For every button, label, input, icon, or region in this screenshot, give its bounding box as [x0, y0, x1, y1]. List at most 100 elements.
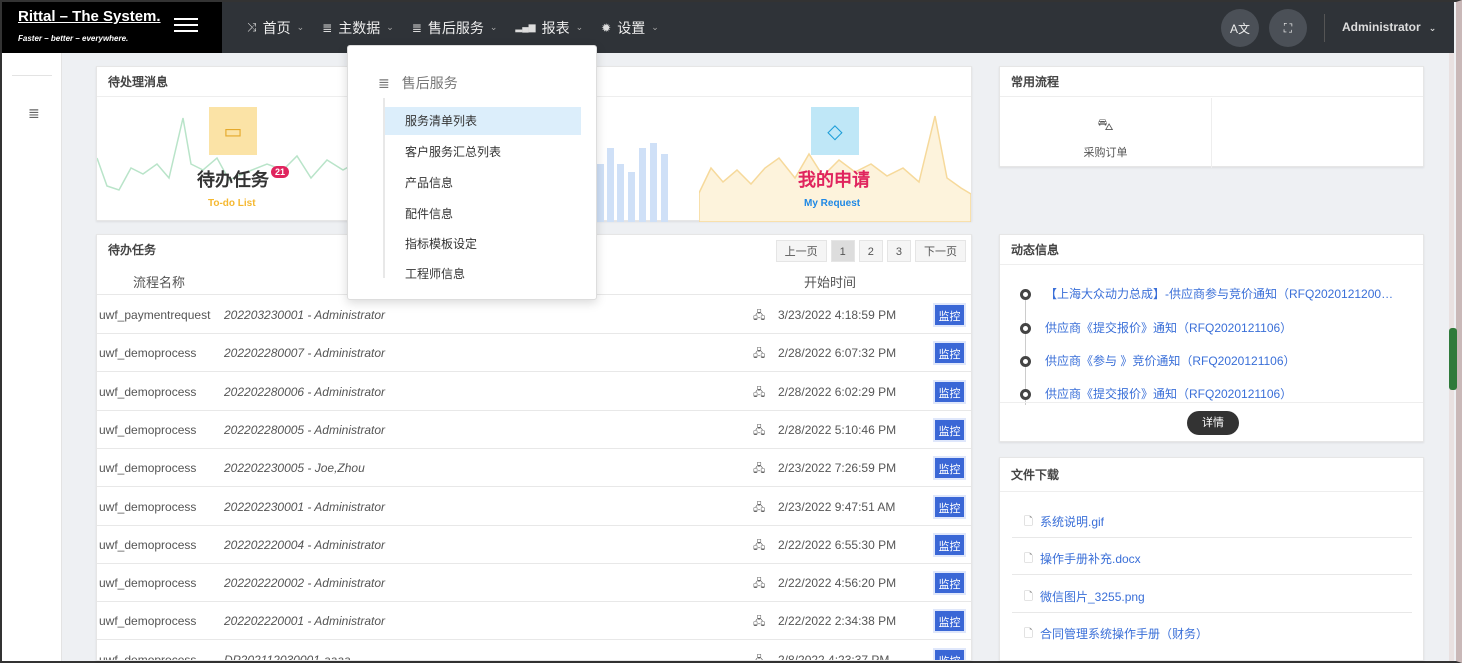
table-row[interactable]: uwf_demoprocess 202202220001 - Administra…: [97, 602, 971, 641]
table-row[interactable]: uwf_paymentrequest 202203230001 - Adminis…: [97, 296, 971, 334]
next-page-button[interactable]: 下一页: [915, 240, 966, 262]
timeline-dot: [1020, 356, 1031, 368]
news-item[interactable]: 供应商《提交报价》通知（RFQ2020121106）: [1020, 319, 1292, 339]
monitor-button[interactable]: 监控: [933, 341, 966, 366]
after-sales-dropdown: ≣ 售后服务 服务清单列表 客户服务汇总列表 产品信息 配件信息 指标模板设定 工…: [347, 45, 597, 300]
table-row[interactable]: uwf_demoprocess 202202280007 - Administra…: [97, 334, 971, 373]
start-time: 3/23/2022 4:18:59 PM: [778, 308, 897, 322]
news-divider: [1000, 402, 1423, 403]
computer-icon: 🖧: [753, 654, 766, 661]
pagination: 上一页 1 2 3 下一页: [772, 240, 966, 262]
table-row[interactable]: uwf_demoprocess 202202220002 - Administra…: [97, 564, 971, 603]
monitor-button[interactable]: 监控: [933, 609, 966, 634]
database-icon[interactable]: ≣: [28, 105, 40, 122]
nav-reports-label: 报表: [541, 19, 570, 36]
news-title: 动态信息: [1000, 235, 1423, 265]
task-reference: DP202112030001-aaaa: [224, 652, 351, 661]
page-2-button[interactable]: 2: [858, 240, 883, 262]
sidebar: ≣: [2, 53, 62, 661]
computer-icon: 🖧: [753, 463, 766, 476]
table-row[interactable]: uwf_demoprocess 202202280005 - Administra…: [97, 411, 971, 449]
gear-icon: ✹: [601, 20, 612, 35]
details-button[interactable]: 详情: [1187, 411, 1239, 435]
monitor-button[interactable]: 监控: [933, 379, 966, 404]
translate-button[interactable]: A文: [1221, 9, 1259, 47]
scrollbar-thumb[interactable]: [1449, 328, 1457, 390]
my-request-card[interactable]: ◇ 我的申请 My Request: [699, 98, 971, 222]
menu-item-engineer-info[interactable]: 工程师信息: [385, 260, 581, 288]
bar-sparkline: [597, 143, 668, 222]
menu-item-service-list[interactable]: 服务清单列表: [385, 107, 581, 135]
menu-item-parts-info[interactable]: 配件信息: [385, 200, 581, 228]
diamond-icon: ◇: [811, 107, 859, 155]
task-reference: 202202280005 - Administrator: [224, 422, 385, 437]
bar-chart-icon: ▂▄▆: [515, 22, 536, 32]
nav-settings[interactable]: ✹ 设置 ⌄: [601, 18, 659, 38]
process-name: uwf_demoprocess: [99, 652, 197, 661]
file-icon: 🗋: [1024, 591, 1033, 603]
user-menu[interactable]: Administrator ⌄: [1342, 20, 1436, 34]
start-time: 2/22/2022 6:55:30 PM: [778, 537, 897, 552]
chart-card[interactable]: [597, 98, 671, 222]
common-processes-panel: 常用流程 ⛍ 采购订单: [999, 66, 1424, 168]
database-icon: ≣: [322, 20, 333, 35]
monitor-button[interactable]: 监控: [933, 571, 966, 596]
car-icon: ⛍: [1097, 117, 1114, 134]
timeline-dot: [1020, 323, 1031, 335]
file-downloads-title: 文件下载: [1000, 458, 1423, 492]
monitor-button[interactable]: 监控: [933, 456, 966, 481]
nav-master-data[interactable]: ≣ 主数据 ⌄: [322, 18, 394, 38]
news-item[interactable]: 供应商《参与 》竞价通知（RFQ2020121106）: [1020, 352, 1296, 372]
hamburger-menu-icon[interactable]: [174, 18, 198, 34]
monitor-button[interactable]: 监控: [933, 532, 966, 557]
task-reference: 202202230001 - Administrator: [224, 499, 385, 514]
prev-page-button[interactable]: 上一页: [775, 240, 827, 262]
nav-reports[interactable]: ▂▄▆ 报表 ⌄: [515, 18, 583, 38]
computer-icon: 🖧: [753, 424, 766, 437]
menu-item-indicator-template[interactable]: 指标模板设定: [385, 230, 581, 258]
start-time: 2/23/2022 9:47:51 AM: [778, 499, 896, 514]
table-row[interactable]: uwf_demoprocess 202202230005 - Joe,Zhou 🖧 2…: [97, 449, 971, 488]
file-item[interactable]: 🗋 系统说明.gif: [1012, 501, 1412, 538]
table-row[interactable]: uwf_demoprocess 202202230001 - Administra…: [97, 488, 971, 526]
process-purchase-order[interactable]: ⛍ 采购订单: [1000, 98, 1212, 168]
process-name: uwf_demoprocess: [99, 537, 197, 552]
brand-tagline: Faster – better – everywhere.: [18, 34, 129, 43]
monitor-button[interactable]: 监控: [933, 647, 966, 660]
monitor-button[interactable]: 监控: [933, 494, 966, 519]
computer-icon: 🖧: [753, 578, 766, 591]
monitor-button[interactable]: 监控: [933, 303, 966, 327]
start-time: 2/28/2022 5:10:46 PM: [778, 422, 897, 437]
chevron-down-icon: ⌄: [489, 22, 498, 32]
menu-item-customer-service-summary[interactable]: 客户服务汇总列表: [385, 138, 581, 166]
fullscreen-button[interactable]: ⛶: [1269, 9, 1307, 47]
brand-logo[interactable]: Rittal – The System. Faster – better – e…: [2, 2, 222, 53]
start-time: 2/23/2022 7:26:59 PM: [778, 461, 897, 476]
nav-home[interactable]: ⤨ 首页 ⌄: [247, 18, 304, 38]
process-name: uwf_demoprocess: [99, 422, 197, 437]
table-row[interactable]: uwf_demoprocess 202202220004 - Administra…: [97, 526, 971, 564]
page-1-button[interactable]: 1: [830, 240, 855, 262]
chevron-down-icon: ⌄: [296, 22, 305, 32]
menu-item-product-info[interactable]: 产品信息: [385, 169, 581, 197]
file-item[interactable]: 🗋 合同管理系统操作手册（财务）: [1012, 613, 1412, 650]
computer-icon: 🖧: [753, 386, 766, 399]
monitor-button[interactable]: 监控: [933, 417, 966, 442]
start-time: 2/28/2022 6:02:29 PM: [778, 384, 897, 399]
todo-card[interactable]: ▭ 待办任务 21 To-do List: [97, 98, 357, 222]
table-row[interactable]: uwf_demoprocess DP202112030001-aaaa 🖧 2/8/2…: [97, 641, 971, 661]
page-3-button[interactable]: 3: [886, 240, 911, 262]
table-row[interactable]: uwf_demoprocess 202202280006 - Administra…: [97, 373, 971, 411]
start-time: 2/8/2022 4:23:37 PM: [778, 652, 890, 661]
process-name: uwf_paymentrequest: [99, 308, 211, 322]
computer-icon: 🖧: [753, 501, 766, 514]
file-item[interactable]: 🗋 操作手册补充.docx: [1012, 538, 1412, 575]
news-item[interactable]: 【上海大众动力总成】-供应商参与竞价通知（RFQ2020121200…: [1020, 285, 1393, 305]
topbar-divider: [1324, 14, 1325, 42]
chevron-down-icon: ⌄: [651, 22, 659, 32]
chevron-down-icon: ⌄: [1428, 23, 1437, 33]
nav-after-sales[interactable]: ≣ 售后服务 ⌄: [412, 18, 498, 38]
file-item[interactable]: 🗋 微信图片_3255.png: [1012, 576, 1412, 613]
nav-settings-label: 设置: [617, 19, 646, 36]
process-name: uwf_demoprocess: [99, 499, 197, 514]
